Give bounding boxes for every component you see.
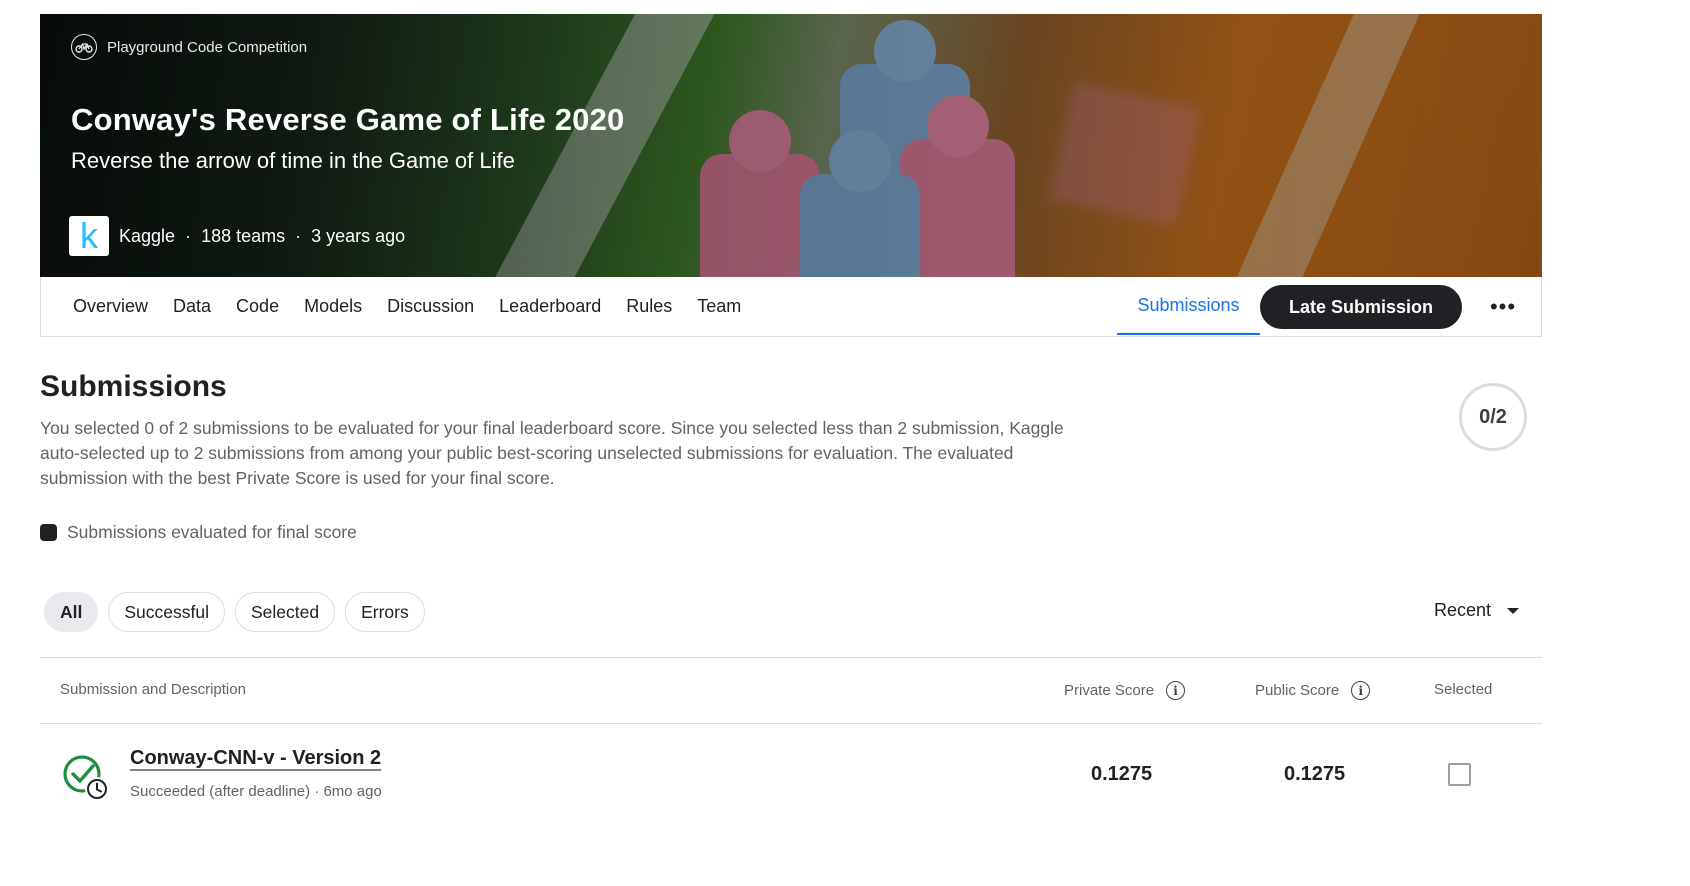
competition-type-badge: Playground Code Competition	[71, 34, 307, 60]
column-header-public-score: Public Score i	[1255, 681, 1371, 700]
kaggle-logo-icon[interactable]: k	[69, 216, 109, 256]
column-header-private-score: Private Score i	[1064, 681, 1186, 700]
tab-data[interactable]: Data	[173, 296, 211, 317]
check-circle-clock-icon	[63, 755, 109, 801]
bicycle-icon	[71, 34, 97, 60]
filter-chip-errors[interactable]: Errors	[345, 592, 425, 632]
filter-chip-selected[interactable]: Selected	[235, 592, 336, 632]
table-header-divider	[40, 723, 1542, 724]
submission-title-link[interactable]: Conway-CNN-v - Version 2	[130, 747, 381, 770]
info-icon[interactable]: i	[1351, 681, 1371, 700]
competition-meta: k Kaggle · 188 teams · 3 years ago	[69, 216, 405, 256]
table-top-divider	[40, 657, 1542, 658]
tab-submissions[interactable]: Submissions	[1117, 277, 1260, 335]
tab-team[interactable]: Team	[697, 296, 741, 317]
sort-label: Recent	[1434, 600, 1492, 620]
competition-subtitle: Reverse the arrow of time in the Game of…	[71, 148, 515, 173]
caret-down-icon	[1507, 607, 1520, 614]
late-submission-button[interactable]: Late Submission	[1260, 285, 1462, 329]
column-header-submission: Submission and Description	[60, 681, 246, 698]
final-score-legend: Submissions evaluated for final score	[40, 522, 357, 543]
column-header-label: Public Score	[1255, 682, 1340, 699]
legend-label: Submissions evaluated for final score	[67, 522, 357, 542]
tab-models[interactable]: Models	[304, 296, 362, 317]
column-header-label: Private Score	[1064, 682, 1155, 699]
selected-count-badge: 0/2	[1459, 383, 1527, 451]
page-title: Submissions	[40, 370, 227, 403]
competition-age: 3 years ago	[311, 225, 406, 246]
private-score-value: 0.1275	[1091, 763, 1153, 785]
submission-status-text: Succeeded (after deadline) · 6mo ago	[130, 783, 382, 800]
competition-type-label: Playground Code Competition	[107, 38, 308, 56]
column-header-label: Submission and Description	[60, 681, 246, 698]
selected-checkbox[interactable]	[1448, 763, 1471, 786]
competition-title: Conway's Reverse Game of Life 2020	[71, 102, 625, 137]
info-icon[interactable]: i	[1166, 681, 1186, 700]
meta-separator: ·	[295, 225, 302, 246]
more-options-icon[interactable]: •••	[1485, 291, 1521, 323]
public-score-value: 0.1275	[1284, 763, 1346, 785]
column-header-label: Selected	[1434, 681, 1493, 698]
team-count[interactable]: 188 teams	[201, 226, 285, 247]
tab-rules[interactable]: Rules	[626, 296, 672, 317]
host-name[interactable]: Kaggle	[119, 226, 175, 247]
legend-swatch	[40, 524, 57, 541]
tab-leaderboard[interactable]: Leaderboard	[499, 296, 601, 317]
meta-separator: ·	[185, 225, 192, 246]
filter-chip-successful[interactable]: Successful	[108, 592, 225, 632]
filter-chips: All Successful Selected Errors	[44, 592, 425, 632]
tab-overview[interactable]: Overview	[73, 296, 148, 317]
competition-nav-bar: Overview Data Code Models Discussion Lea…	[40, 277, 1542, 337]
sort-dropdown[interactable]: Recent	[1434, 600, 1520, 621]
column-header-selected: Selected	[1434, 681, 1492, 698]
tab-discussion[interactable]: Discussion	[387, 296, 474, 317]
filter-chip-all[interactable]: All	[44, 592, 99, 632]
tab-code[interactable]: Code	[236, 296, 279, 317]
submissions-description: You selected 0 of 2 submissions to be ev…	[40, 418, 1064, 488]
competition-header-banner: Playground Code Competition Conway's Rev…	[40, 14, 1542, 277]
nav-tabs: Overview Data Code Models Discussion Lea…	[73, 277, 741, 335]
